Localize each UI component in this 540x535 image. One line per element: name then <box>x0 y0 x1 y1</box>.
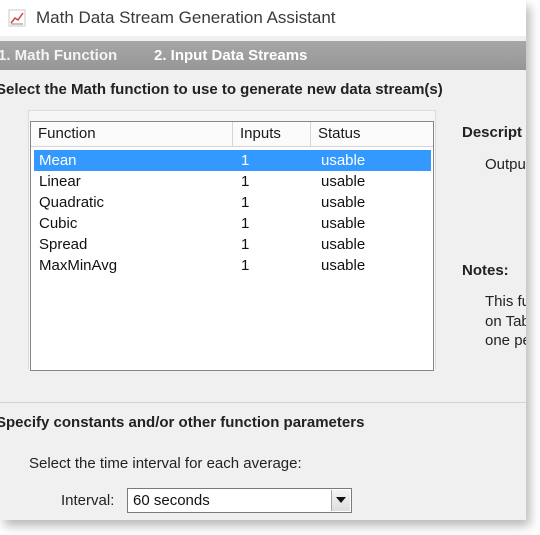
dialog-window: Math Data Stream Generation Assistant 1.… <box>0 0 526 520</box>
tab-math-function[interactable]: 1. Math Function <box>0 47 117 64</box>
cell-status: usable <box>321 194 366 211</box>
list-row-maxminavg[interactable]: MaxMinAvg 1 usable <box>34 255 431 276</box>
list-row-linear[interactable]: Linear 1 usable <box>34 171 431 192</box>
list-header: Function Inputs Status <box>31 122 433 147</box>
notes-text-line: one pe <box>485 332 526 349</box>
section-heading-select-function: Select the Math function to use to gener… <box>0 81 443 98</box>
cell-inputs: 1 <box>241 173 250 190</box>
notes-title: Notes: <box>462 262 509 279</box>
description-title: Descript <box>462 124 523 141</box>
cell-inputs: 1 <box>241 236 250 253</box>
cell-status: usable <box>321 215 366 232</box>
interval-label: Interval: <box>61 492 115 509</box>
list-row-quadratic[interactable]: Quadratic 1 usable <box>34 192 431 213</box>
chart-icon <box>8 9 26 27</box>
list-row-cubic[interactable]: Cubic 1 usable <box>34 213 431 234</box>
column-header-function[interactable]: Function <box>31 122 233 146</box>
cell-status: usable <box>321 152 366 169</box>
title-bar: Math Data Stream Generation Assistant <box>0 0 526 36</box>
description-text: Output <box>485 156 526 173</box>
interval-dropdown-value: 60 seconds <box>133 492 210 509</box>
list-row-spread[interactable]: Spread 1 usable <box>34 234 431 255</box>
time-interval-label: Select the time interval for each averag… <box>29 455 302 472</box>
cell-function: Mean <box>39 152 77 169</box>
column-header-inputs[interactable]: Inputs <box>233 122 311 146</box>
dropdown-button[interactable] <box>331 490 350 511</box>
cell-function: Quadratic <box>39 194 105 211</box>
cell-status: usable <box>321 173 366 190</box>
cell-function: Cubic <box>39 215 78 232</box>
cell-status: usable <box>321 257 366 274</box>
section-heading-parameters: Specify constants and/or other function … <box>0 414 365 431</box>
notes-text-line: This fu <box>485 293 526 310</box>
column-header-status[interactable]: Status <box>311 122 433 146</box>
window-title: Math Data Stream Generation Assistant <box>36 8 336 27</box>
chevron-down-icon <box>336 497 346 503</box>
cell-inputs: 1 <box>241 257 250 274</box>
cell-function: Spread <box>39 236 88 253</box>
interval-dropdown[interactable]: 60 seconds <box>127 488 352 513</box>
cell-inputs: 1 <box>241 152 250 169</box>
list-row-mean[interactable]: Mean 1 usable <box>34 150 431 171</box>
wizard-tab-bar: 1. Math Function 2. Input Data Streams <box>0 41 526 70</box>
tab-input-data-streams[interactable]: 2. Input Data Streams <box>154 47 307 64</box>
cell-status: usable <box>321 236 366 253</box>
function-list[interactable]: Function Inputs Status Mean 1 usable Lin… <box>30 121 434 371</box>
cell-inputs: 1 <box>241 215 250 232</box>
notes-text-line: on Tab <box>485 313 526 330</box>
cell-function: Linear <box>39 173 81 190</box>
section-divider <box>0 402 526 403</box>
cell-function: MaxMinAvg <box>39 257 118 274</box>
cell-inputs: 1 <box>241 194 250 211</box>
